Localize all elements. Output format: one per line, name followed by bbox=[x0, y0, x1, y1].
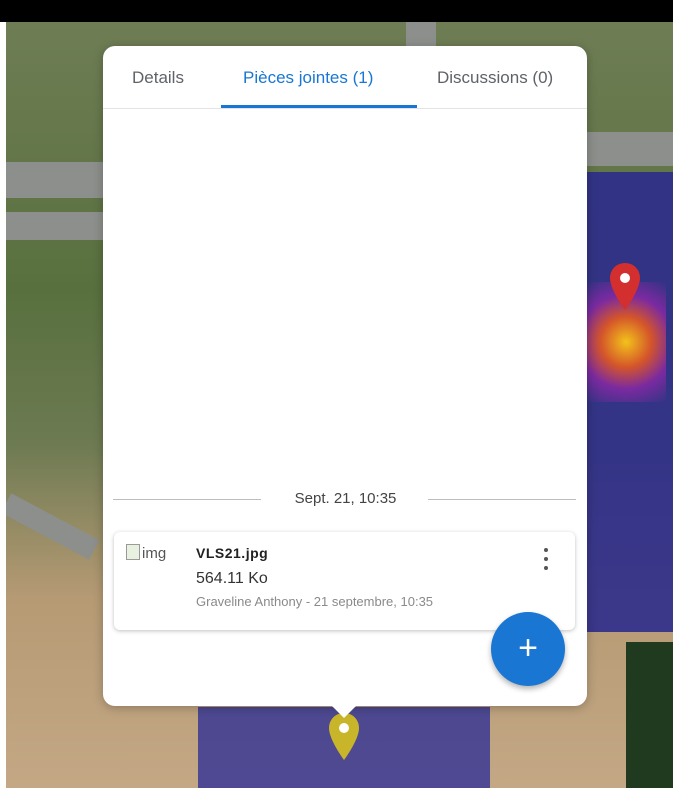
tab-attachments[interactable]: Pièces jointes (1) bbox=[243, 68, 373, 88]
road bbox=[6, 493, 100, 560]
road bbox=[576, 132, 673, 166]
attachment-card[interactable]: img VLS21.jpg 564.11 Ko Graveline Anthon… bbox=[114, 532, 575, 630]
yellow-map-pin-icon[interactable] bbox=[327, 712, 361, 762]
tab-discussions[interactable]: Discussions (0) bbox=[437, 68, 553, 88]
red-map-pin-icon[interactable] bbox=[608, 262, 642, 312]
road bbox=[6, 212, 116, 240]
more-vert-icon[interactable] bbox=[538, 546, 554, 574]
broken-image-icon bbox=[126, 544, 140, 560]
timeline-divider bbox=[428, 499, 576, 500]
attachment-thumbnail[interactable]: img bbox=[126, 544, 186, 564]
thumbnail-alt-text: img bbox=[142, 545, 167, 562]
tab-details[interactable]: Details bbox=[132, 68, 184, 88]
active-tab-indicator bbox=[221, 105, 417, 108]
timeline-divider bbox=[113, 499, 261, 500]
road bbox=[6, 162, 116, 198]
attachment-file-name: VLS21.jpg bbox=[196, 545, 269, 561]
attachment-popup: Details Pièces jointes (1) Discussions (… bbox=[103, 46, 587, 706]
heatmap-area bbox=[626, 642, 673, 788]
attachment-file-size: 564.11 Ko bbox=[196, 570, 268, 587]
attachment-meta: Graveline Anthony - 21 septembre, 10:35 bbox=[196, 594, 434, 609]
add-attachment-button[interactable]: + bbox=[491, 612, 565, 686]
tab-bar: Details Pièces jointes (1) Discussions (… bbox=[103, 46, 587, 109]
timeline-date-label: Sept. 21, 10:35 bbox=[294, 490, 397, 507]
popup-pointer bbox=[332, 706, 356, 718]
top-bar bbox=[0, 0, 673, 22]
heatmap-area bbox=[581, 172, 673, 632]
